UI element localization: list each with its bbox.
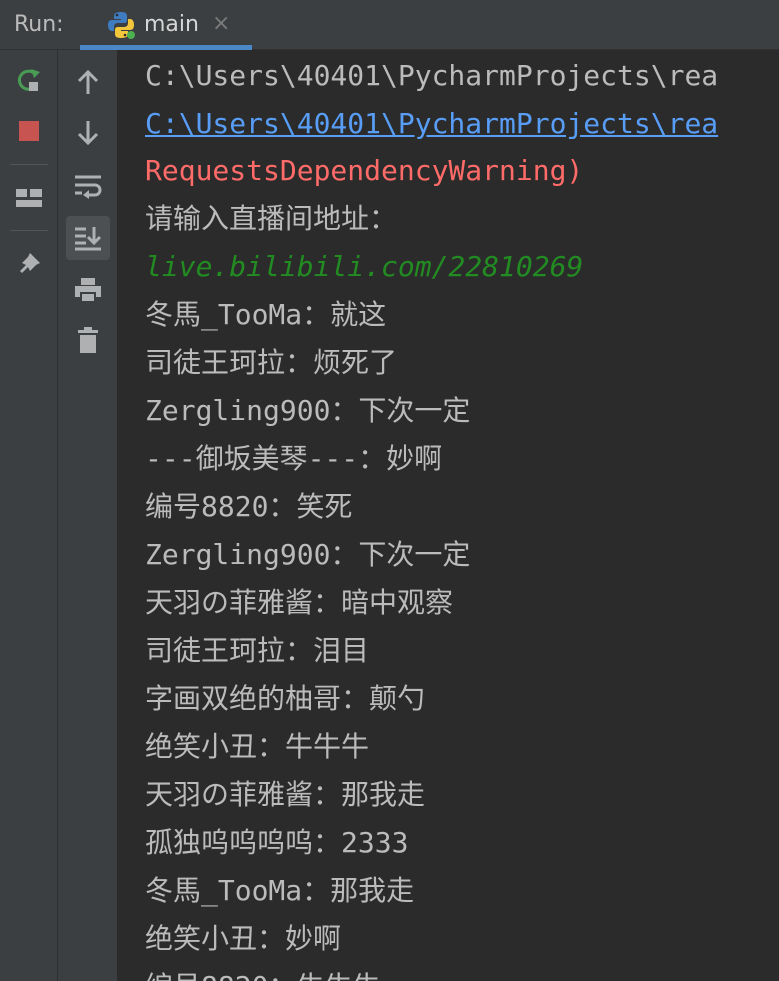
traceback-file-link[interactable]: C:\Users\40401\PycharmProjects\rea: [145, 100, 718, 148]
stop-button[interactable]: [7, 109, 51, 153]
print-icon: [75, 278, 101, 303]
scroll-to-end-button[interactable]: [66, 216, 110, 260]
warning-line: RequestsDependencyWarning): [145, 154, 584, 187]
pin-button[interactable]: [7, 242, 51, 286]
console-line: Zergling900：下次一定: [145, 538, 471, 571]
pin-icon: [20, 253, 40, 273]
clear-all-button[interactable]: [66, 318, 110, 362]
tab-label: main: [144, 12, 199, 37]
run-actions-toolbar: [0, 50, 58, 981]
layout-button[interactable]: [7, 176, 51, 220]
close-icon[interactable]: ×: [212, 11, 230, 36]
console-line: 编号8820：笑死: [145, 490, 353, 523]
console-line: 字画双绝的柚哥：颠勺: [145, 682, 426, 715]
user-input-line: live.bilibili.com/22810269: [145, 250, 584, 283]
scroll-to-end-icon: [75, 227, 102, 251]
console-line: 司徒王珂拉：烦死了: [145, 346, 398, 379]
console-line: 孤独呜呜呜呜：2333: [145, 826, 409, 859]
console-line: 冬馬_TooMa：就这: [145, 298, 387, 331]
soft-wrap-icon: [75, 175, 102, 199]
console-line: 司徒王珂拉：泪目: [145, 634, 370, 667]
console-line: 绝笑小丑：妙啊: [145, 922, 342, 955]
arrow-up-icon: [77, 69, 99, 94]
run-label: Run:: [14, 12, 64, 37]
console-line: ---御坂美琴---：妙啊: [145, 442, 443, 475]
rerun-icon: [17, 69, 40, 91]
console-line: 绝笑小丑：牛牛牛: [145, 730, 370, 763]
console-actions-toolbar: [58, 50, 118, 981]
tab-main[interactable]: main ×: [80, 0, 252, 50]
console-line: 编号8820：牛牛牛: [145, 963, 380, 981]
console-line: C:\Users\40401\PycharmProjects\rea: [145, 59, 719, 92]
stop-icon: [19, 121, 39, 141]
console-line: 冬馬_TooMa：那我走: [145, 874, 415, 907]
previous-occurrence-button[interactable]: [66, 60, 110, 104]
console-output[interactable]: C:\Users\40401\PycharmProjects\rea C:\Us…: [118, 50, 779, 981]
run-tool-window-header: Run: main ×: [0, 0, 779, 50]
arrow-down-icon: [77, 121, 99, 146]
rerun-button[interactable]: [7, 58, 51, 102]
console-line: 天羽の菲雅酱：那我走: [145, 778, 426, 811]
layout-icon: [16, 189, 42, 207]
trash-icon: [78, 327, 98, 353]
python-icon: [108, 12, 135, 39]
soft-wrap-button[interactable]: [66, 164, 110, 208]
next-occurrence-button[interactable]: [66, 111, 110, 155]
print-button[interactable]: [66, 268, 110, 312]
console-line: 天羽の菲雅酱：暗中观察: [145, 586, 454, 619]
prompt-line: 请输入直播间地址：: [145, 202, 398, 235]
console-line: Zergling900：下次一定: [145, 394, 471, 427]
